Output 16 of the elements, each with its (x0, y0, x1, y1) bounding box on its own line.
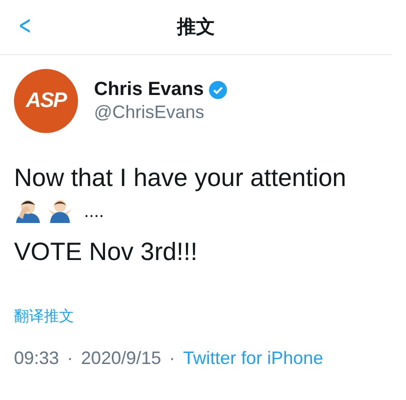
separator-dot: · (67, 347, 74, 370)
author-handle[interactable]: @ChrisEvans (94, 102, 228, 124)
facepalm-figure-icon (14, 197, 42, 223)
ellipsis-text: .... (84, 201, 104, 223)
translate-link[interactable]: 翻译推文 (14, 308, 74, 325)
tweet-date: 2020/9/15 (81, 347, 162, 370)
page-title: 推文 (177, 18, 215, 36)
avatar-logo[interactable]: ASP (14, 69, 78, 133)
tweet-time: 09:33 (14, 347, 60, 370)
shrug-figure-icon (46, 197, 74, 223)
source-link[interactable]: Twitter for iPhone (183, 345, 324, 372)
tweet-text: Now that I have your attention (14, 163, 348, 193)
author-name[interactable]: Chris Evans (94, 78, 204, 102)
separator-dot: · (169, 347, 176, 370)
tweet-text: VOTE Nov 3rd!!! (14, 237, 198, 267)
back-button[interactable]: < (14, 11, 36, 41)
